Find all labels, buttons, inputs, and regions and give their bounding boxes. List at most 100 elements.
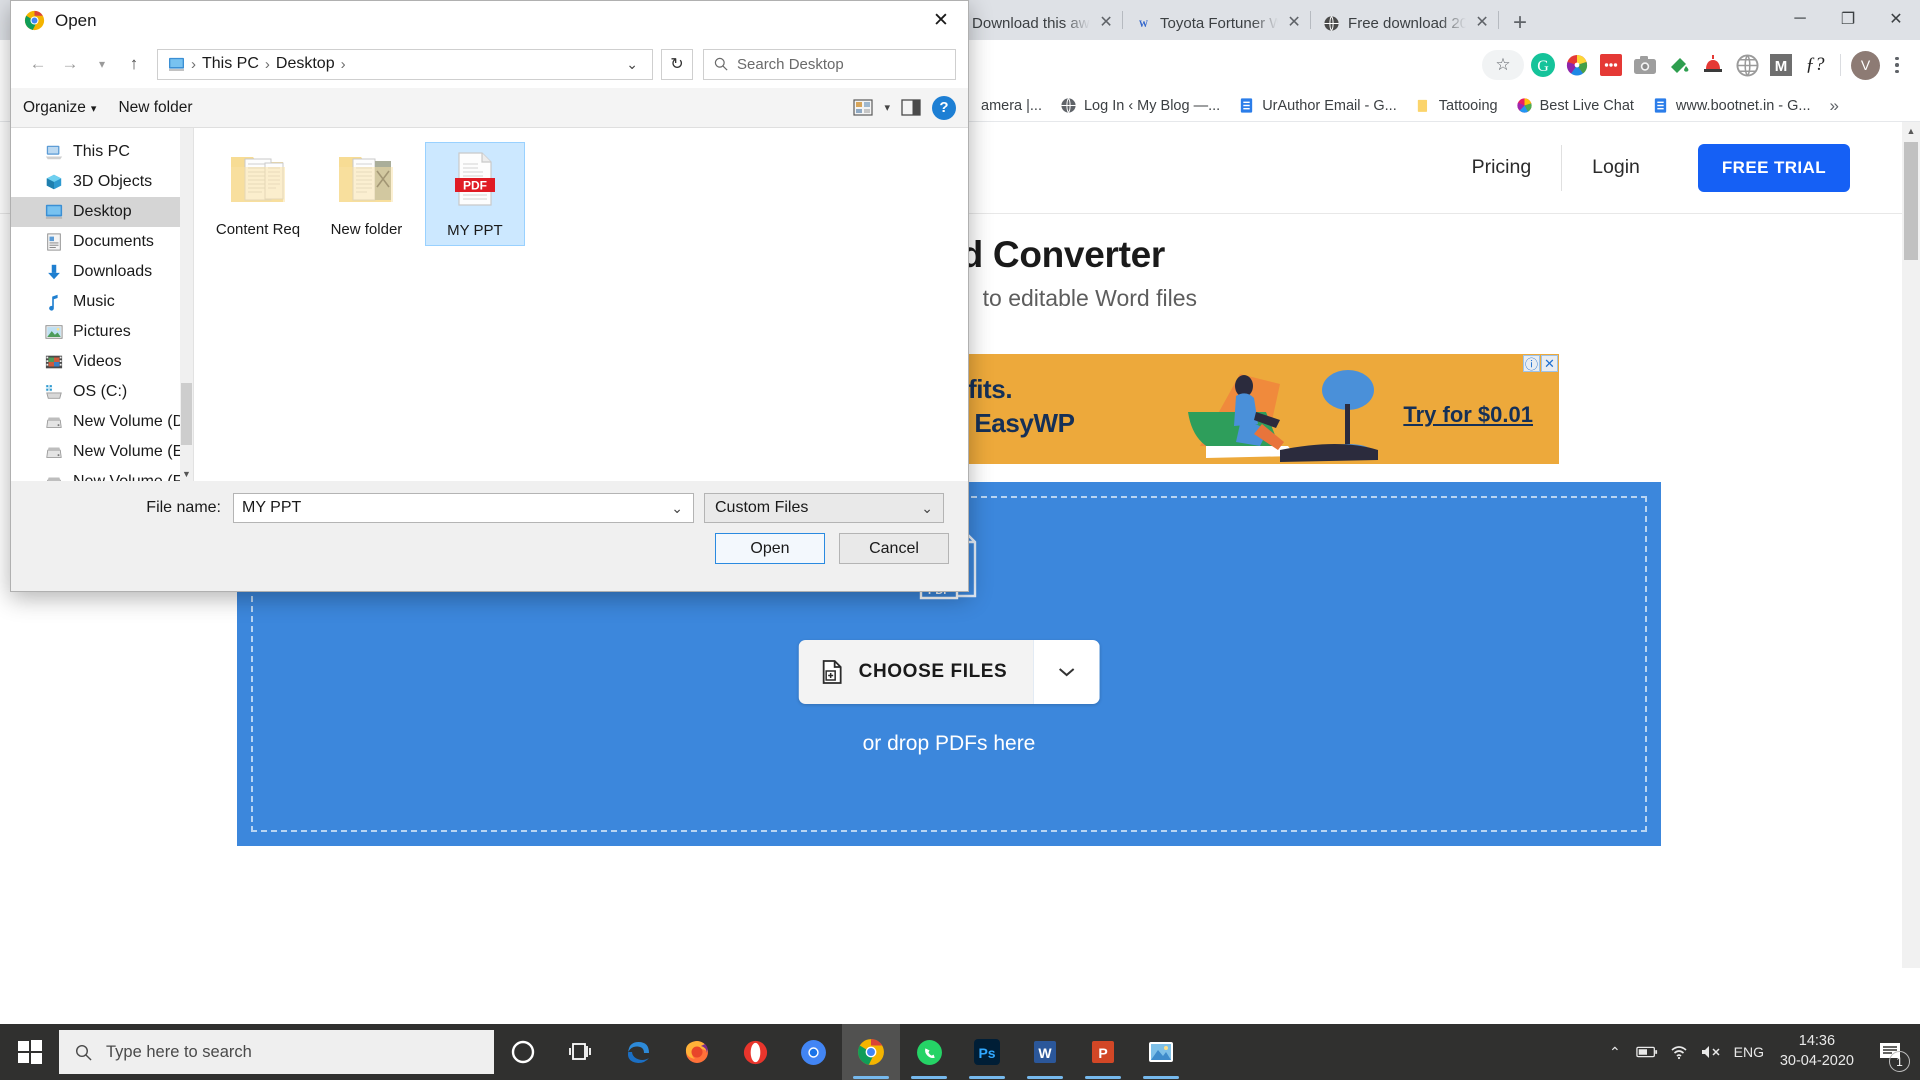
chrome-icon[interactable] (842, 1024, 900, 1080)
nav-item-new-volume-f[interactable]: New Volume (F:) (11, 467, 193, 481)
breadcrumb-dropdown-icon[interactable]: ⌄ (618, 56, 646, 73)
bookmark-item-1[interactable]: Log In ‹ My Blog —... (1051, 93, 1229, 119)
language-indicator[interactable]: ENG (1728, 1024, 1770, 1080)
nav-item-downloads[interactable]: Downloads (11, 257, 193, 287)
close-icon[interactable]: ✕ (1286, 15, 1302, 31)
start-button[interactable] (0, 1024, 59, 1080)
ad-info-icon[interactable]: ⓘ (1523, 355, 1540, 372)
free-trial-button[interactable]: FREE TRIAL (1697, 143, 1850, 192)
minimize-button[interactable]: ─ (1776, 0, 1824, 38)
new-folder-button[interactable]: New folder (118, 99, 192, 117)
help-button[interactable]: ? (932, 95, 956, 120)
whatsapp-icon[interactable] (900, 1024, 958, 1080)
bookmark-item-3[interactable]: Tattooing (1406, 93, 1507, 119)
bookmarks-overflow-button[interactable]: » (1820, 96, 1849, 116)
choose-files-button[interactable]: CHOOSE FILES (798, 640, 1034, 704)
ad-cta-link[interactable]: Try for $0.01 (1403, 402, 1533, 428)
choose-files-control[interactable]: CHOOSE FILES (798, 640, 1100, 704)
breadcrumb[interactable]: › This PC › Desktop › ⌄ (157, 48, 653, 80)
bookmark-item-2[interactable]: UrAuthor Email - G... (1229, 93, 1406, 119)
refresh-button[interactable]: ↻ (661, 48, 693, 80)
opera-icon[interactable] (726, 1024, 784, 1080)
fontface-icon[interactable]: ƒ? (1800, 50, 1830, 80)
file-item-content-req[interactable]: Content Req (208, 142, 308, 244)
adblock-icon[interactable] (1596, 50, 1626, 80)
nav-pane-scrollbar[interactable]: ▼ (180, 128, 193, 481)
chrome-beta-icon[interactable] (784, 1024, 842, 1080)
mailtrack-icon[interactable]: M (1766, 50, 1796, 80)
scrollbar-thumb[interactable] (1904, 142, 1918, 260)
alarm-icon[interactable] (1698, 50, 1728, 80)
close-icon[interactable]: ✕ (1098, 15, 1114, 31)
preview-pane-icon[interactable] (897, 96, 925, 120)
colorpicker-icon[interactable] (1562, 50, 1592, 80)
nav-item-documents[interactable]: Documents (11, 227, 193, 257)
clock[interactable]: 14:36 30-04-2020 (1772, 1032, 1866, 1071)
browser-tab-3[interactable]: Free download 202 ✕ (1311, 6, 1498, 40)
maximize-button[interactable]: ❐ (1824, 0, 1872, 38)
file-type-select[interactable]: Custom Files ⌄ (704, 493, 944, 523)
open-button[interactable]: Open (715, 533, 825, 564)
nav-item-new-volume-d[interactable]: New Volume (D: (11, 407, 193, 437)
scroll-down-button[interactable]: ▼ (180, 467, 193, 481)
grammarly-icon[interactable]: G (1528, 50, 1558, 80)
nav-item-videos[interactable]: Videos (11, 347, 193, 377)
view-dropdown-icon[interactable]: ▾ (884, 101, 890, 114)
nav-item-this-pc[interactable]: This PC (11, 137, 193, 167)
notification-center-button[interactable]: 1 (1868, 1024, 1912, 1080)
scroll-up-button[interactable]: ▲ (1902, 122, 1920, 140)
breadcrumb-this-pc[interactable]: This PC (202, 55, 259, 73)
bookmark-item-4[interactable]: Best Live Chat (1507, 93, 1643, 119)
dialog-nav-pane[interactable]: This PC 3D Objects Desktop Documents Dow… (11, 128, 194, 481)
up-button[interactable]: ↑ (119, 49, 149, 79)
powerpoint-icon[interactable]: P (1074, 1024, 1132, 1080)
cortana-icon[interactable] (494, 1024, 552, 1080)
ad-close-icon[interactable]: ✕ (1541, 355, 1558, 372)
file-list[interactable]: Content Req New folder PDF MY PPT (194, 128, 968, 481)
battery-icon[interactable] (1632, 1024, 1662, 1080)
nav-item-new-volume-e[interactable]: New Volume (E:) (11, 437, 193, 467)
dialog-close-button[interactable]: ✕ (914, 1, 968, 40)
nav-item-music[interactable]: Music (11, 287, 193, 317)
globe-translate-icon[interactable] (1732, 50, 1762, 80)
new-tab-button[interactable]: + (1499, 6, 1541, 40)
nav-item-os-c[interactable]: OS (C:) (11, 377, 193, 407)
recent-locations-button[interactable]: ▾ (87, 49, 117, 79)
browser-tab-2[interactable]: W Toyota Fortuner W ✕ (1123, 6, 1310, 40)
chevron-down-icon[interactable]: ⌄ (667, 500, 687, 517)
task-view-icon[interactable] (552, 1024, 610, 1080)
photos-icon[interactable] (1132, 1024, 1190, 1080)
close-icon[interactable]: ✕ (1474, 15, 1490, 31)
word-icon[interactable]: W (1016, 1024, 1074, 1080)
advertisement-banner[interactable]: s benefits. te with EasyWP (870, 354, 1559, 464)
nav-item-pictures[interactable]: Pictures (11, 317, 193, 347)
chevron-down-icon[interactable]: ⌄ (917, 500, 937, 517)
view-layout-icon[interactable] (849, 96, 877, 120)
open-file-dialog[interactable]: Open ✕ ← → ▾ ↑ › This PC › Desktop › ⌄ ↻… (10, 0, 969, 592)
bookmark-item-5[interactable]: www.bootnet.in - G... (1643, 93, 1820, 119)
nav-item-desktop[interactable]: Desktop (11, 197, 193, 227)
firefox-icon[interactable] (668, 1024, 726, 1080)
breadcrumb-desktop[interactable]: Desktop (276, 55, 335, 73)
nav-link-pricing[interactable]: Pricing (1442, 156, 1562, 179)
page-scrollbar[interactable]: ▲ (1902, 122, 1920, 968)
file-item-my-ppt[interactable]: PDF MY PPT (424, 142, 525, 246)
chrome-menu-button[interactable] (1884, 56, 1910, 74)
avatar[interactable]: V (1851, 50, 1880, 80)
organize-button[interactable]: Organize ▾ (23, 99, 96, 117)
bookmark-star-icon[interactable]: ☆ (1482, 50, 1524, 80)
edge-icon[interactable] (610, 1024, 668, 1080)
paint-dropper-icon[interactable] (1664, 50, 1694, 80)
forward-button[interactable]: → (55, 49, 85, 79)
search-input[interactable]: Search Desktop (703, 48, 956, 80)
wifi-icon[interactable] (1664, 1024, 1694, 1080)
show-hidden-icons-button[interactable]: ⌃ (1600, 1024, 1630, 1080)
taskbar-search-input[interactable]: Type here to search (59, 1030, 494, 1074)
file-item-new-folder[interactable]: New folder (316, 142, 416, 244)
cancel-button[interactable]: Cancel (839, 533, 949, 564)
choose-files-dropdown-button[interactable] (1033, 640, 1100, 704)
scrollbar-thumb[interactable] (181, 383, 192, 445)
photoshop-icon[interactable]: Ps (958, 1024, 1016, 1080)
nav-link-login[interactable]: Login (1562, 156, 1670, 179)
nav-item-3d-objects[interactable]: 3D Objects (11, 167, 193, 197)
